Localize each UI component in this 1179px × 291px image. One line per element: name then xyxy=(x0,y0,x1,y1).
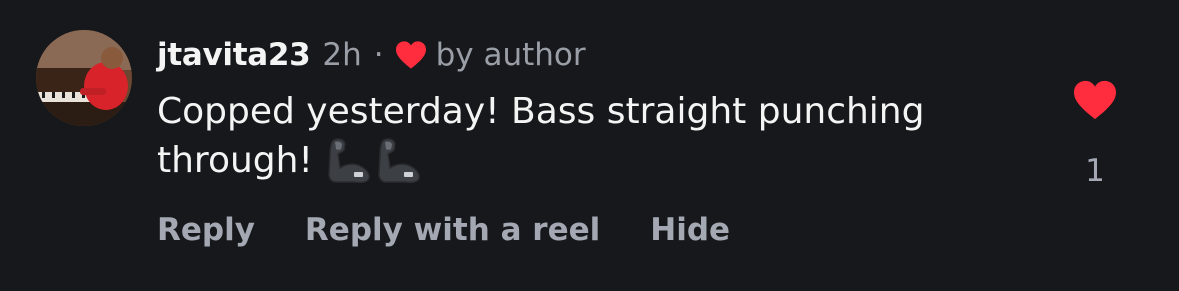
comment-actions: Reply Reply with a reel Hide xyxy=(157,208,780,252)
heart-icon xyxy=(394,40,428,70)
comment-header: jtavita23 2h · by author xyxy=(157,33,586,77)
hide-button[interactable]: Hide xyxy=(650,212,730,248)
comment-item: jtavita23 2h · by author Copped yesterda… xyxy=(0,0,1179,291)
comment-text: Copped yesterday! Bass straight punching… xyxy=(157,88,1037,185)
username[interactable]: jtavita23 xyxy=(157,37,311,73)
comment-time: 2h xyxy=(322,37,362,73)
author-badge: by author xyxy=(435,37,586,73)
avatar-image xyxy=(36,30,132,126)
reply-with-reel-button[interactable]: Reply with a reel xyxy=(305,212,600,248)
heart-filled-icon[interactable] xyxy=(1071,79,1119,121)
avatar[interactable] xyxy=(36,30,132,126)
flexed-biceps-icon xyxy=(324,136,374,184)
like-count: 1 xyxy=(1085,153,1105,189)
comment-body: Copped yesterday! Bass straight punching… xyxy=(157,91,925,181)
separator-dot: · xyxy=(373,37,384,73)
reply-button[interactable]: Reply xyxy=(157,212,255,248)
flexed-biceps-icon xyxy=(374,136,424,184)
